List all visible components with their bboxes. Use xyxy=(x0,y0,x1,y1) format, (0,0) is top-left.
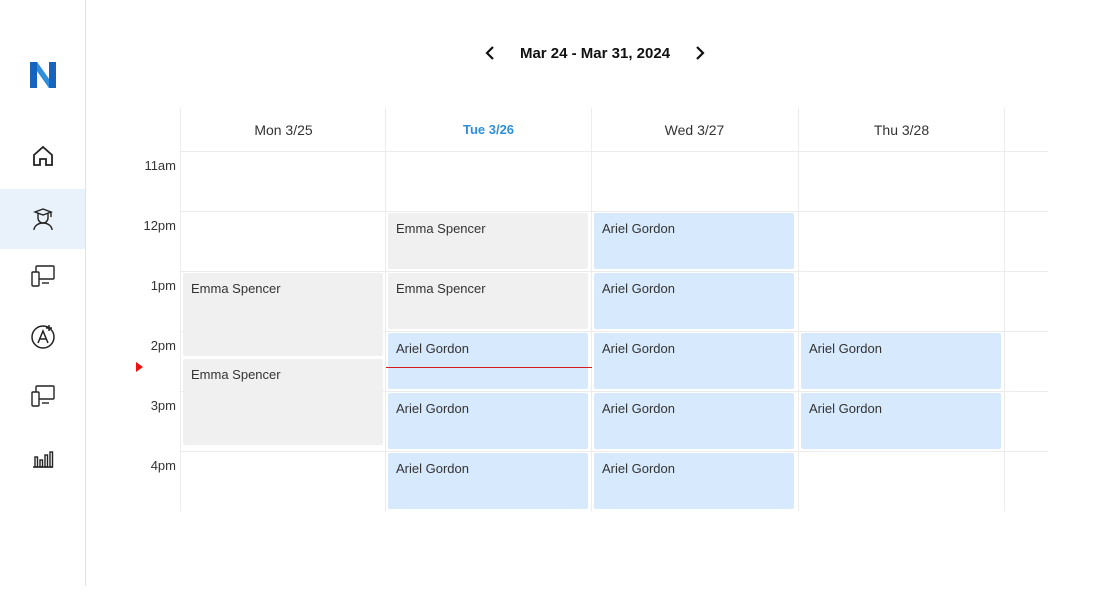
time-label: 11am xyxy=(144,158,176,173)
time-label: 1pm xyxy=(150,278,176,293)
current-time-marker xyxy=(136,362,143,372)
week-navigator: Mar 24 - Mar 31, 2024 xyxy=(480,40,710,66)
home-icon xyxy=(32,145,53,166)
graduate-icon xyxy=(32,208,53,231)
week-range-label: Mar 24 - Mar 31, 2024 xyxy=(519,44,671,62)
event-title: Emma Spencer xyxy=(191,366,281,382)
sidebar-item-home[interactable] xyxy=(0,126,85,186)
calendar-event[interactable]: Ariel Gordon xyxy=(388,393,588,449)
calendar-event[interactable]: Ariel Gordon xyxy=(594,273,794,329)
app-logo[interactable] xyxy=(28,60,58,90)
event-title: Ariel Gordon xyxy=(396,401,469,416)
time-label: 12pm xyxy=(143,218,176,233)
sidebar-item-devices-2[interactable] xyxy=(0,366,85,426)
calendar-event[interactable]: Emma Spencer xyxy=(183,273,383,356)
app-store-icon xyxy=(30,325,55,349)
sidebar xyxy=(0,0,86,586)
event-title: Ariel Gordon xyxy=(809,401,882,416)
week-calendar: Mon 3/25 Tue 3/26 Wed 3/27 Thu 3/28 11am 12pm… xyxy=(136,108,1048,511)
time-label: 3pm xyxy=(150,398,176,413)
sidebar-item-reports[interactable] xyxy=(0,427,85,487)
sidebar-item-devices[interactable] xyxy=(0,246,85,306)
calendar-event[interactable]: Ariel Gordon xyxy=(594,333,794,389)
calendar-event[interactable]: Ariel Gordon xyxy=(594,393,794,449)
event-title: Ariel Gordon xyxy=(396,461,469,476)
chevron-left-icon xyxy=(485,46,494,60)
calendar-event[interactable]: Ariel Gordon xyxy=(801,393,1001,449)
event-title: Ariel Gordon xyxy=(602,341,675,356)
event-title: Ariel Gordon xyxy=(602,401,675,416)
devices-icon xyxy=(30,385,55,407)
day-header[interactable]: Wed 3/27 xyxy=(591,108,797,151)
bar-chart-icon xyxy=(32,451,53,468)
current-time-line xyxy=(386,367,592,368)
event-title: Ariel Gordon xyxy=(602,461,675,476)
event-title: Ariel Gordon xyxy=(396,341,469,356)
time-label: 2pm xyxy=(150,338,176,353)
day-header[interactable]: Thu 3/28 xyxy=(798,108,1004,151)
calendar-event[interactable]: Ariel Gordon xyxy=(388,333,588,389)
time-label: 4pm xyxy=(150,458,176,473)
next-week-button[interactable] xyxy=(690,40,710,66)
day-header[interactable]: Mon 3/25 xyxy=(180,108,386,151)
row-divider xyxy=(180,451,1048,452)
calendar-event[interactable]: Ariel Gordon xyxy=(801,333,1001,389)
calendar-event[interactable]: Emma Spencer xyxy=(388,273,588,329)
calendar-event[interactable]: Ariel Gordon xyxy=(594,453,794,509)
calendar-event[interactable]: Ariel Gordon xyxy=(388,453,588,509)
calendar-event[interactable]: Emma Spencer xyxy=(183,358,383,445)
calendar-event[interactable]: Ariel Gordon xyxy=(594,213,794,269)
row-divider xyxy=(180,211,1048,212)
row-divider xyxy=(180,271,1048,272)
event-title: Emma Spencer xyxy=(396,281,486,296)
sidebar-item-apps[interactable] xyxy=(0,306,85,366)
event-title: Ariel Gordon xyxy=(602,281,675,296)
devices-icon xyxy=(30,265,55,287)
event-title: Ariel Gordon xyxy=(809,341,882,356)
prev-week-button[interactable] xyxy=(480,40,500,66)
event-title: Emma Spencer xyxy=(396,221,486,236)
day-header[interactable]: Tue 3/26 xyxy=(385,108,591,151)
chevron-right-icon xyxy=(696,46,705,60)
sidebar-item-students[interactable] xyxy=(0,189,85,249)
event-title: Ariel Gordon xyxy=(602,221,675,236)
row-divider xyxy=(180,151,1048,152)
event-title: Emma Spencer xyxy=(191,281,281,296)
calendar-event[interactable]: Emma Spencer xyxy=(388,213,588,269)
